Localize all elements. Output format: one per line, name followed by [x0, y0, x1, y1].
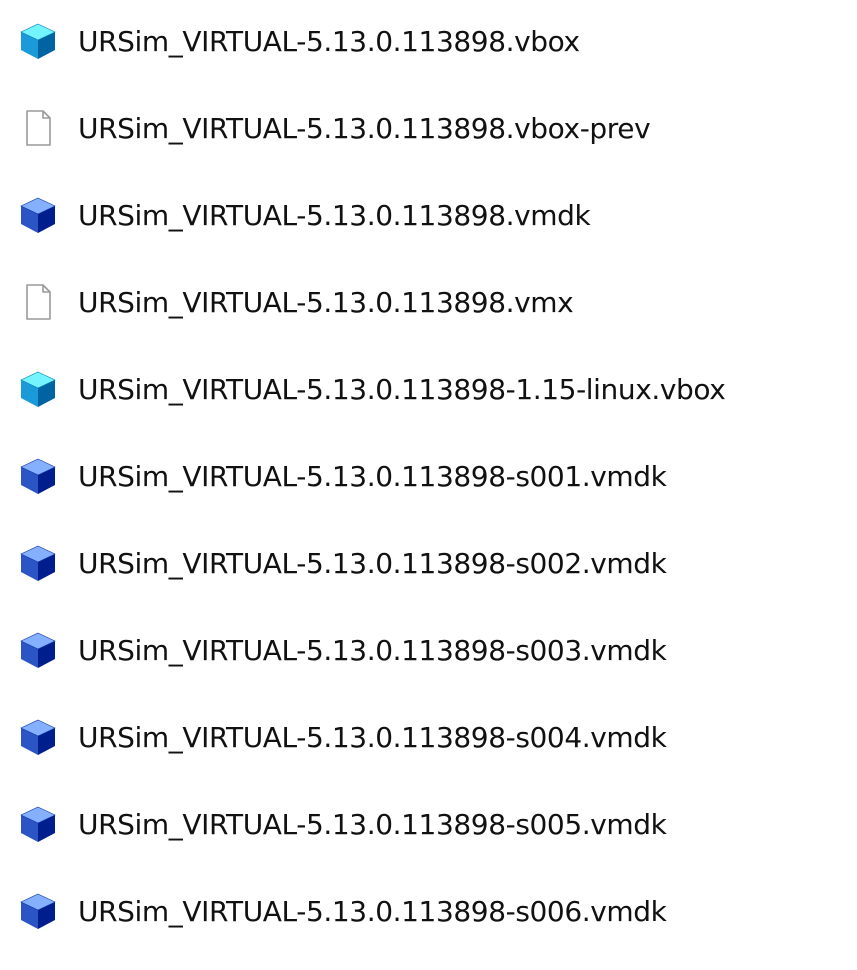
virtual-disk-cube-icon	[18, 804, 58, 844]
virtual-disk-cube-icon	[18, 195, 58, 235]
file-name: URSim_VIRTUAL-5.13.0.113898-s006.vmdk	[78, 894, 667, 928]
virtual-disk-cube-icon	[18, 543, 58, 583]
virtualbox-cube-icon	[18, 21, 58, 61]
virtualbox-cube-icon	[18, 369, 58, 409]
file-name: URSim_VIRTUAL-5.13.0.113898-s001.vmdk	[78, 459, 667, 493]
file-item[interactable]: URSim_VIRTUAL-5.13.0.113898-s003.vmdk	[0, 616, 857, 686]
file-name: URSim_VIRTUAL-5.13.0.113898-s003.vmdk	[78, 633, 667, 667]
file-item[interactable]: URSim_VIRTUAL-5.13.0.113898-s001.vmdk	[0, 442, 857, 512]
file-name: URSim_VIRTUAL-5.13.0.113898-s004.vmdk	[78, 720, 667, 754]
file-item[interactable]: URSim_VIRTUAL-5.13.0.113898-s006.vmdk	[0, 877, 857, 947]
file-name: URSim_VIRTUAL-5.13.0.113898-s002.vmdk	[78, 546, 667, 580]
file-name: URSim_VIRTUAL-5.13.0.113898.vmx	[78, 285, 574, 319]
file-name: URSim_VIRTUAL-5.13.0.113898.vbox-prev	[78, 111, 651, 145]
file-name: URSim_VIRTUAL-5.13.0.113898.vmdk	[78, 198, 591, 232]
virtual-disk-cube-icon	[18, 717, 58, 757]
file-name: URSim_VIRTUAL-5.13.0.113898.vbox	[78, 24, 580, 58]
virtual-disk-cube-icon	[18, 630, 58, 670]
virtual-disk-cube-icon	[18, 456, 58, 496]
file-item[interactable]: URSim_VIRTUAL-5.13.0.113898-s004.vmdk	[0, 703, 857, 773]
virtual-disk-cube-icon	[18, 891, 58, 931]
file-item[interactable]: URSim_VIRTUAL-5.13.0.113898-s005.vmdk	[0, 790, 857, 860]
file-item[interactable]: URSim_VIRTUAL-5.13.0.113898.vmdk	[0, 181, 857, 251]
blank-file-icon	[18, 108, 58, 148]
file-item[interactable]: URSim_VIRTUAL-5.13.0.113898-s002.vmdk	[0, 529, 857, 599]
blank-file-icon	[18, 282, 58, 322]
file-name: URSim_VIRTUAL-5.13.0.113898-s005.vmdk	[78, 807, 667, 841]
file-item[interactable]: URSim_VIRTUAL-5.13.0.113898.vbox-prev	[0, 94, 857, 164]
file-item[interactable]: URSim_VIRTUAL-5.13.0.113898.vbox	[0, 7, 857, 77]
file-item[interactable]: URSim_VIRTUAL-5.13.0.113898.vmx	[0, 268, 857, 338]
file-item[interactable]: URSim_VIRTUAL-5.13.0.113898-1.15-linux.v…	[0, 355, 857, 425]
file-name: URSim_VIRTUAL-5.13.0.113898-1.15-linux.v…	[78, 372, 726, 406]
